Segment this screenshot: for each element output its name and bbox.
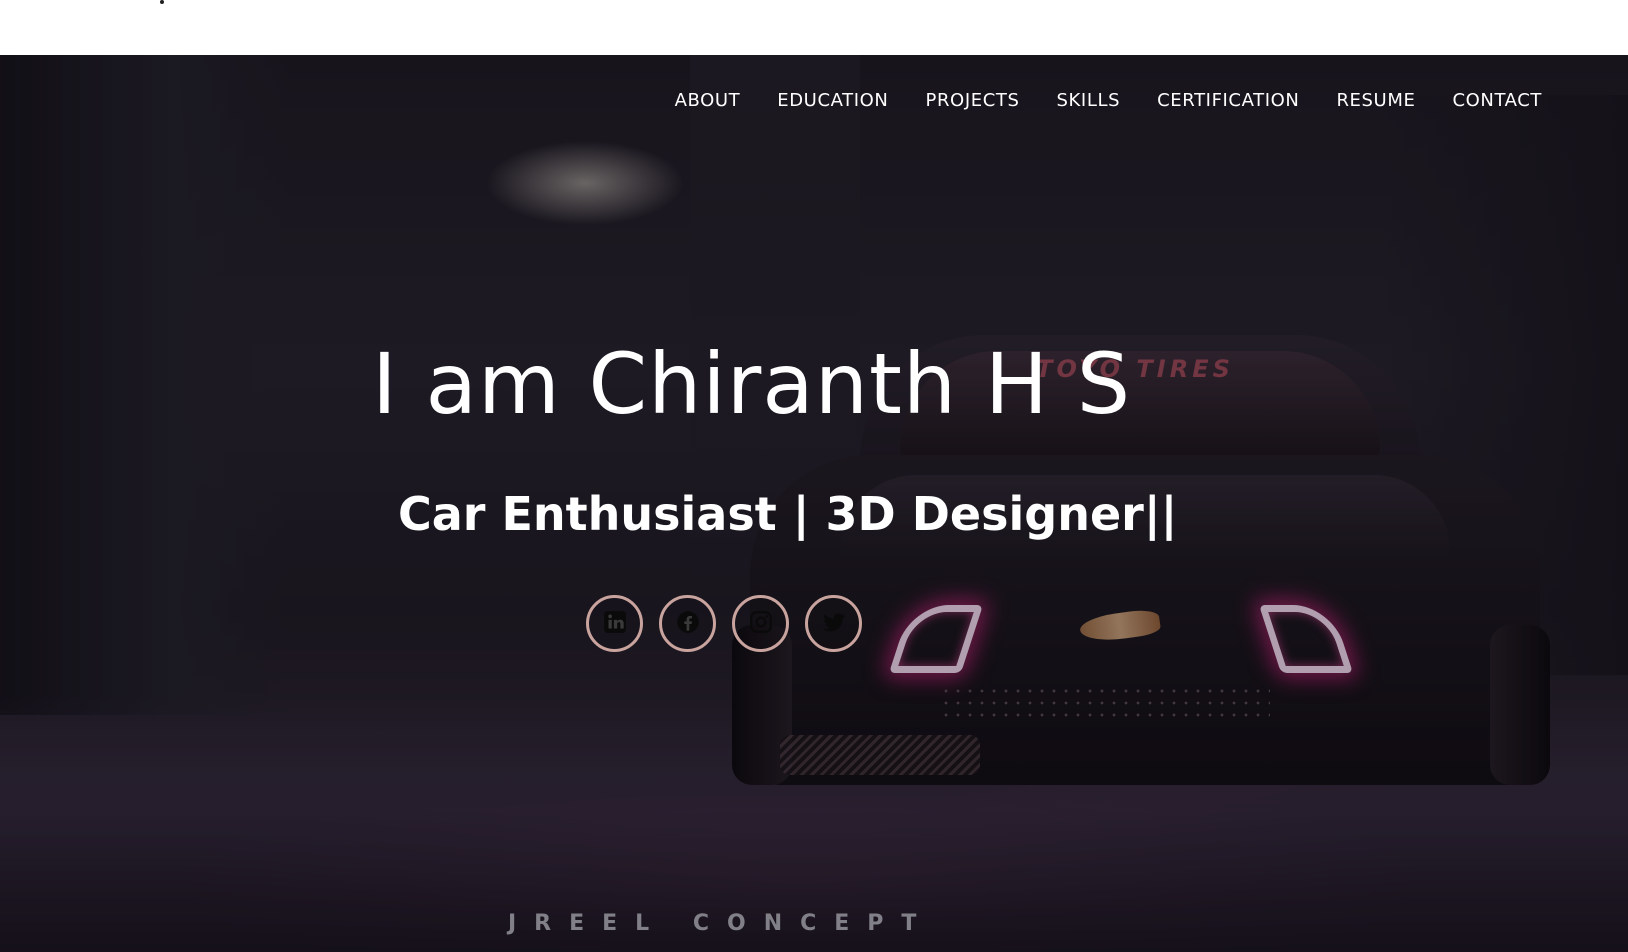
facebook-button[interactable]	[659, 595, 716, 652]
nav-link-certification[interactable]: CERTIFICATION	[1157, 90, 1299, 111]
nav-link-contact[interactable]: CONTACT	[1452, 90, 1542, 111]
top-dot	[160, 0, 164, 4]
hero-subtitle: Car Enthusiast | 3D Designer||	[398, 487, 1178, 541]
hero-title: I am Chiranth H S	[372, 335, 1132, 433]
nav-link-projects[interactable]: PROJECTS	[925, 90, 1019, 111]
nav-link-education[interactable]: EDUCATION	[777, 90, 888, 111]
nav-link-about[interactable]: ABOUT	[675, 90, 741, 111]
linkedin-icon	[602, 609, 628, 639]
nav-link-resume[interactable]: RESUME	[1336, 90, 1415, 111]
top-bar	[0, 0, 1628, 55]
hero-section: TOYO TIRES ABOUT EDUCATION PROJECTS SKIL…	[0, 55, 1628, 952]
nav-link-skills[interactable]: SKILLS	[1057, 90, 1121, 111]
instagram-button[interactable]	[732, 595, 789, 652]
linkedin-button[interactable]	[586, 595, 643, 652]
twitter-icon	[821, 609, 847, 639]
watermark-text: JREEL CONCEPT	[508, 911, 935, 936]
instagram-icon	[748, 609, 774, 639]
twitter-button[interactable]	[805, 595, 862, 652]
main-nav: ABOUT EDUCATION PROJECTS SKILLS CERTIFIC…	[675, 90, 1542, 111]
social-links	[586, 595, 862, 652]
facebook-icon	[675, 609, 701, 639]
